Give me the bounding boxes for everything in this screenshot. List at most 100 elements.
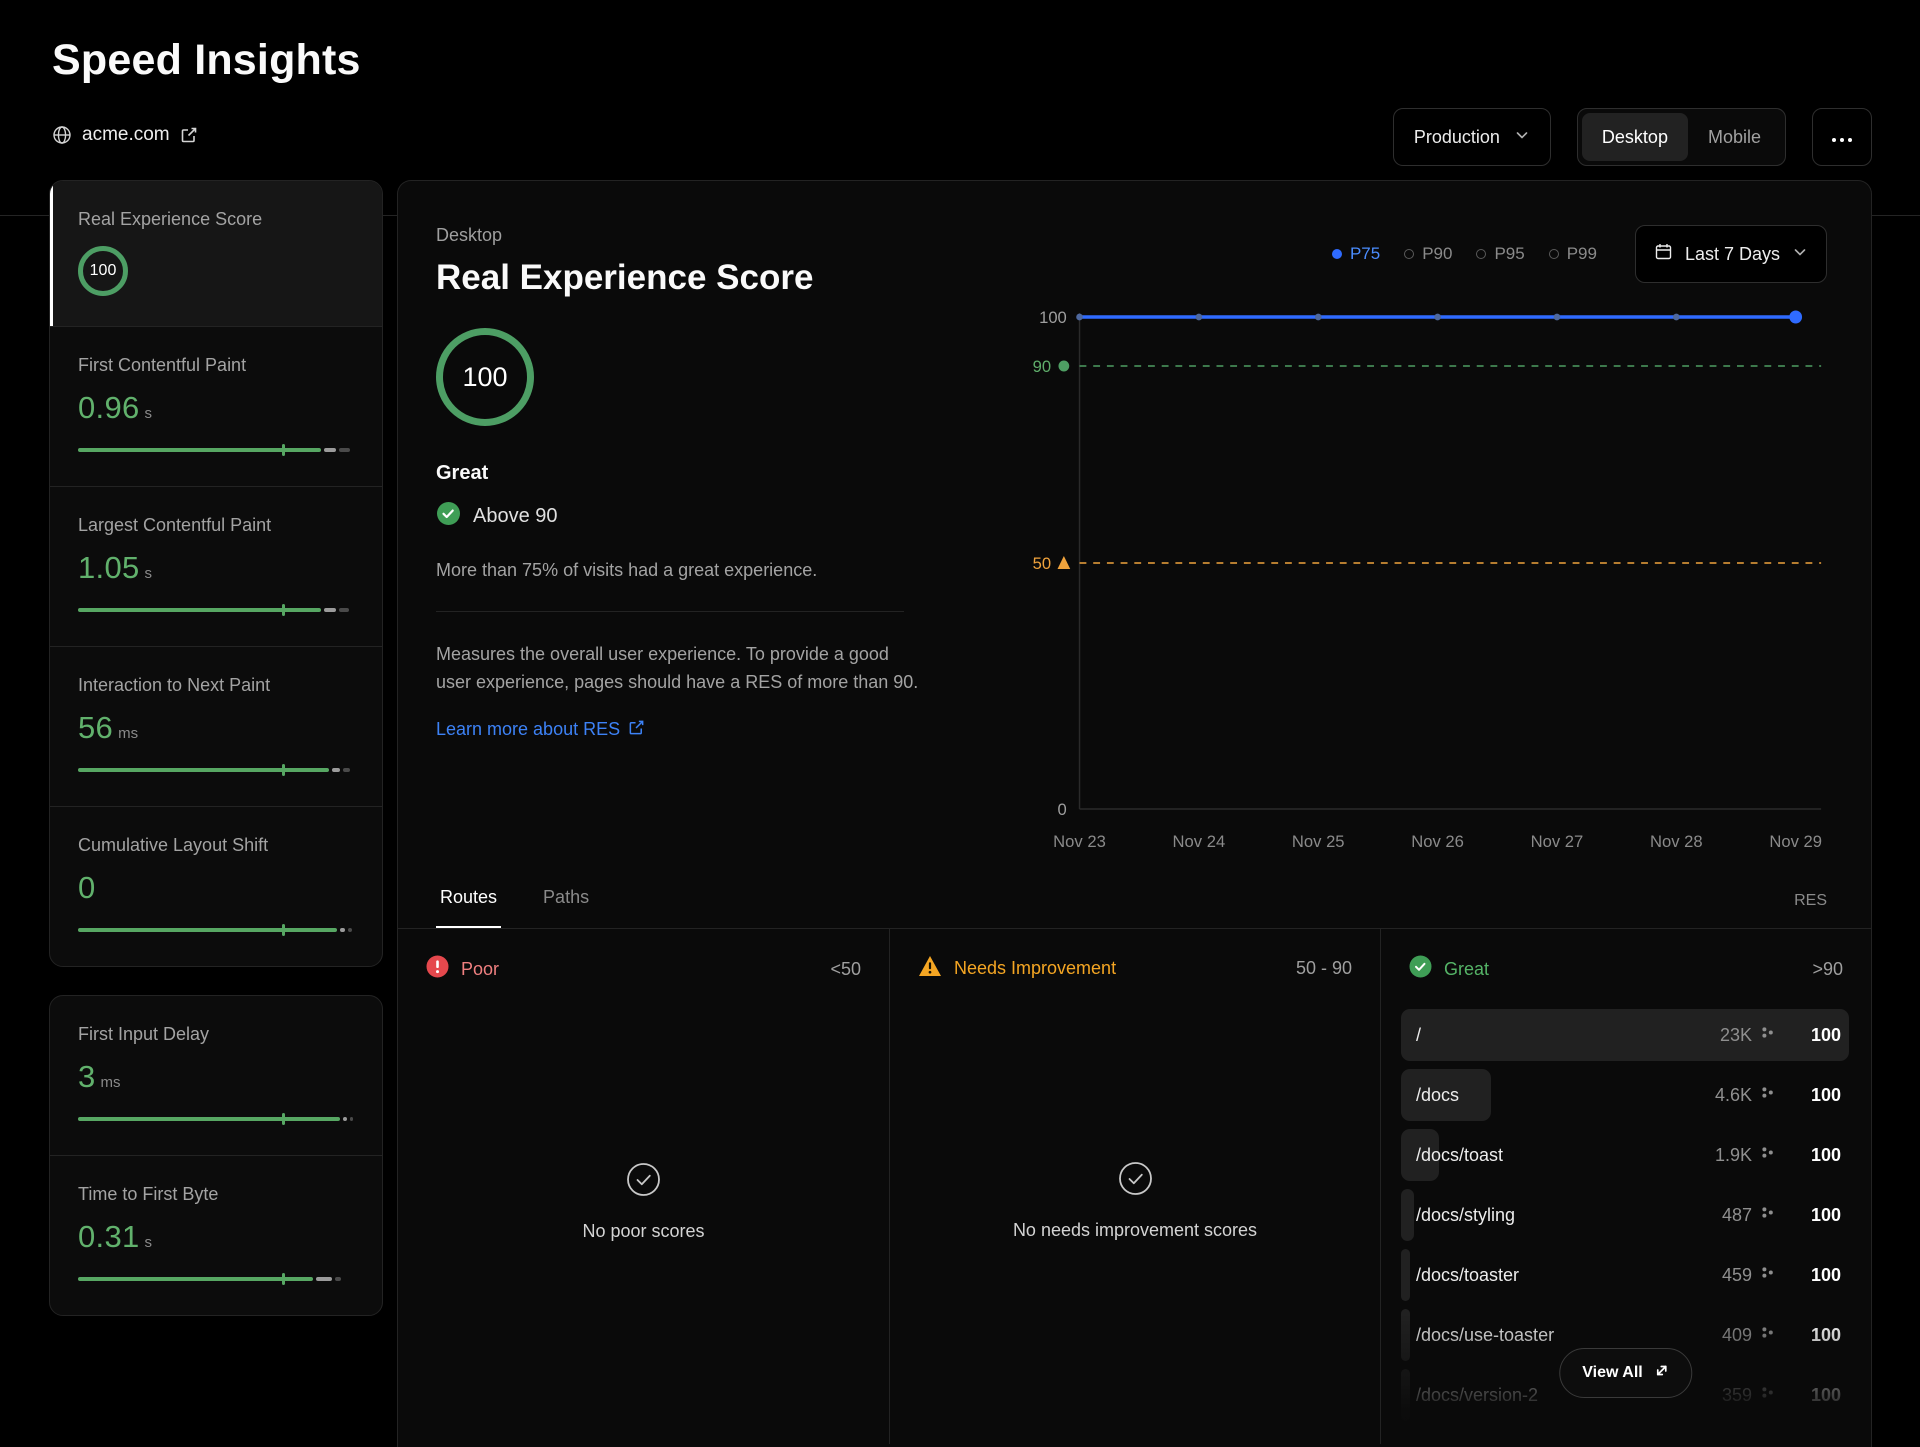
device-label: Desktop (436, 225, 906, 246)
circle-check-icon (1117, 1160, 1154, 1202)
device-tab-desktop[interactable]: Desktop (1582, 113, 1688, 161)
view-all-label: View All (1582, 1364, 1642, 1382)
xtick: Nov 23 (1053, 832, 1106, 851)
environment-label: Production (1414, 127, 1500, 148)
ytick-90: 90 (1033, 357, 1051, 376)
sidebar-item-time-to-first-byte[interactable]: Time to First Byte 0.31 s (50, 1155, 382, 1315)
route-views: 4.6K (1715, 1085, 1752, 1106)
learn-more-link[interactable]: Learn more about RES (436, 719, 645, 741)
alert-circle-icon (426, 955, 449, 983)
needs-improvement-label: Needs Improvement (954, 958, 1116, 979)
overview-divider (436, 611, 904, 612)
sample-dots-icon (1761, 1326, 1774, 1344)
metric-value: 0 (78, 870, 96, 906)
metric-unit: ms (101, 1074, 121, 1091)
distribution-bar (78, 1113, 354, 1125)
legend-p99[interactable]: P99 (1549, 244, 1597, 264)
route-row[interactable]: /docs/toaster 459 100 (1401, 1245, 1849, 1305)
metric-label: Time to First Byte (78, 1184, 354, 1205)
legend-label: P75 (1350, 244, 1380, 264)
metric-value: 1.05 (78, 550, 140, 586)
environment-selector[interactable]: Production (1393, 108, 1551, 166)
sample-dots-icon (1761, 1386, 1774, 1404)
sidebar-item-cumulative-layout-shift[interactable]: Cumulative Layout Shift 0 (50, 806, 382, 966)
metrics-sidebar: Real Experience Score 100 First Contentf… (49, 180, 383, 1316)
threshold-50-marker (1058, 556, 1071, 569)
percentile-legend: P75 P90 P95 P99 (922, 225, 1827, 283)
metric-value: 3 (78, 1059, 96, 1095)
sample-dots-icon (1761, 1086, 1774, 1104)
route-row[interactable]: /docs/toast 1.9K 100 (1401, 1125, 1849, 1185)
metric-label: Largest Contentful Paint (78, 515, 354, 536)
route-row[interactable]: / 23K 100 (1401, 1005, 1849, 1065)
latest-data-point (1789, 311, 1802, 324)
sample-dots-icon (1761, 1026, 1774, 1044)
distribution-bar (78, 1273, 354, 1285)
route-name: /docs/version-2 (1416, 1385, 1538, 1406)
sidebar-item-first-input-delay[interactable]: First Input Delay 3 ms (50, 996, 382, 1155)
page-title: Speed Insights (52, 36, 361, 85)
legacy-metrics-group: First Input Delay 3 ms Time to First Byt… (49, 995, 383, 1316)
calendar-icon (1654, 242, 1673, 266)
route-row[interactable]: /docs/styling 487 100 (1401, 1185, 1849, 1245)
p75-tick-marker (282, 444, 285, 456)
distribution-bar (78, 604, 354, 616)
needs-improvement-empty-text: No needs improvement scores (1013, 1220, 1257, 1241)
ellipsis-icon (1831, 127, 1853, 148)
device-toggle: Desktop Mobile (1577, 108, 1786, 166)
radio-dot-icon (1476, 249, 1486, 259)
legend-p75[interactable]: P75 (1332, 244, 1380, 264)
traffic-bar (1401, 1309, 1410, 1361)
chevron-down-icon (1514, 127, 1530, 148)
legend-p90[interactable]: P90 (1404, 244, 1452, 264)
radio-dot-icon (1332, 249, 1342, 259)
route-name: / (1416, 1025, 1421, 1046)
device-tab-mobile[interactable]: Mobile (1688, 113, 1781, 161)
more-options-button[interactable] (1812, 108, 1872, 166)
xtick: Nov 28 (1650, 832, 1703, 851)
legend-p95[interactable]: P95 (1476, 244, 1524, 264)
threshold-text: Above 90 (473, 505, 558, 528)
great-range: >90 (1812, 959, 1843, 980)
route-score: 100 (1783, 1145, 1841, 1166)
threshold-row: Above 90 (436, 501, 906, 532)
route-views: 409 (1722, 1325, 1752, 1346)
sidebar-item-interaction-to-next-paint[interactable]: Interaction to Next Paint 56 ms (50, 646, 382, 806)
globe-icon (52, 125, 72, 145)
route-score: 100 (1783, 1085, 1841, 1106)
score-ring-small: 100 (78, 246, 128, 296)
distribution-bar (78, 444, 354, 456)
distribution-bar (78, 924, 354, 936)
poor-label: Poor (461, 959, 499, 980)
route-score: 100 (1783, 1325, 1841, 1346)
tab-paths[interactable]: Paths (539, 887, 593, 928)
sidebar-item-first-contentful-paint[interactable]: First Contentful Paint 0.96 s (50, 326, 382, 486)
ytick-50: 50 (1033, 554, 1051, 573)
xtick: Nov 27 (1531, 832, 1584, 851)
route-views: 359 (1722, 1385, 1752, 1406)
domain-name[interactable]: acme.com (82, 124, 170, 146)
tab-routes[interactable]: Routes (436, 887, 501, 928)
poor-empty-state: No poor scores (398, 1161, 889, 1242)
domain-row[interactable]: acme.com (52, 124, 198, 146)
view-all-button[interactable]: View All (1559, 1348, 1692, 1398)
needs-improvement-header: Needs Improvement 50 - 90 (890, 929, 1380, 1000)
sample-dots-icon (1761, 1146, 1774, 1164)
route-row[interactable]: /docs 4.6K 100 (1401, 1065, 1849, 1125)
metric-page-title: Real Experience Score (436, 258, 906, 298)
core-metrics-group: Real Experience Score 100 First Contentf… (49, 180, 383, 967)
route-score: 100 (1783, 1265, 1841, 1286)
sample-dots-icon (1761, 1266, 1774, 1284)
score-value: 100 (462, 362, 507, 393)
great-column: Great >90 / 23K 100 / (1380, 929, 1871, 1444)
metric-value: 56 (78, 710, 113, 746)
route-views: 487 (1722, 1205, 1752, 1226)
page-header: Speed Insights acme.com Production (0, 0, 1920, 180)
sidebar-item-real-experience-score[interactable]: Real Experience Score 100 (50, 181, 382, 326)
metric-label: First Input Delay (78, 1024, 354, 1045)
date-range-selector[interactable]: Last 7 Days (1635, 225, 1827, 283)
poor-empty-text: No poor scores (582, 1221, 704, 1242)
sidebar-item-largest-contentful-paint[interactable]: Largest Contentful Paint 1.05 s (50, 486, 382, 646)
main-panel: Desktop Real Experience Score 100 Great … (397, 180, 1872, 1447)
legend-label: P90 (1422, 244, 1452, 264)
